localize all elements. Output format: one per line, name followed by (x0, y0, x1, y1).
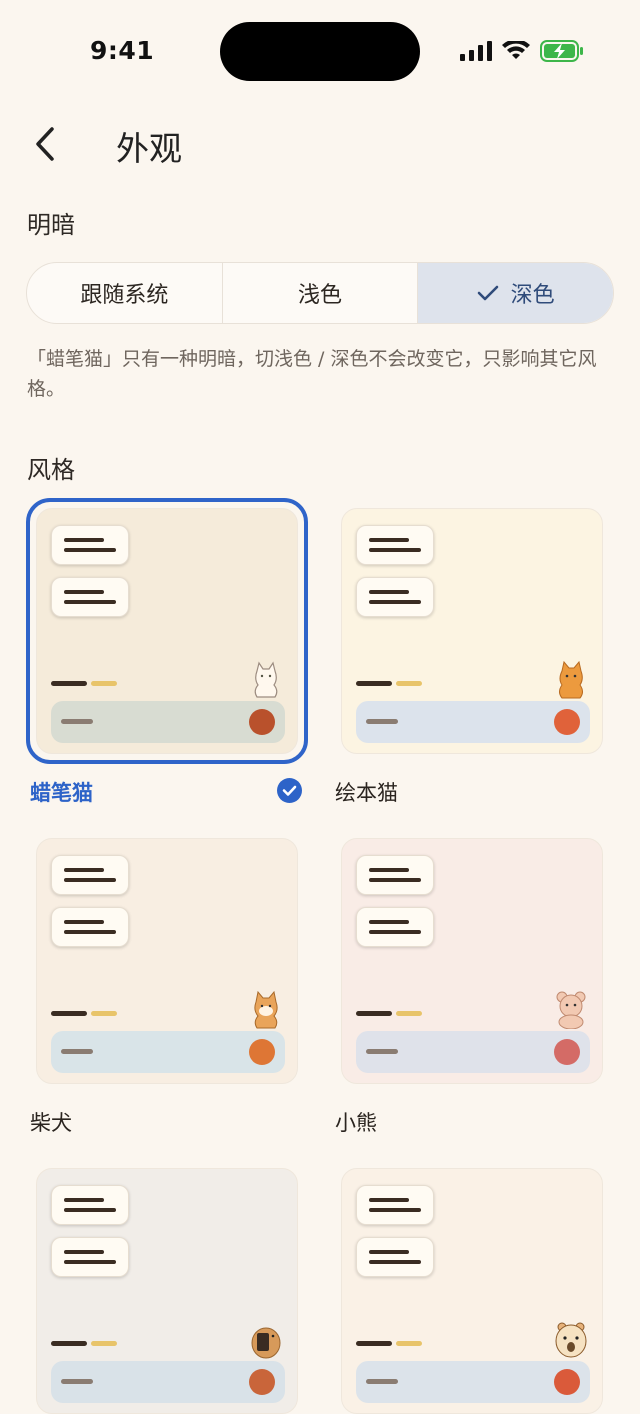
page-title: 外观 (116, 129, 182, 168)
preview-accent-dash (396, 1011, 422, 1016)
theme-option-label: 跟随系统 (80, 283, 169, 308)
shiba-icon (249, 989, 283, 1029)
style-card[interactable] (26, 1158, 298, 1414)
preview-input-bar (356, 701, 590, 743)
preview-accent-dash (91, 1341, 117, 1346)
style-preview (341, 838, 603, 1084)
preview-message-bubble (51, 577, 129, 617)
preview-message-bubble (51, 525, 129, 565)
checkmark-icon (477, 285, 498, 301)
preview-dash (356, 1341, 392, 1346)
cat-sketch-icon (249, 659, 283, 699)
preview-message-bubble (51, 1237, 129, 1277)
theme-mode-label: 明暗 (27, 211, 75, 239)
preview-dash (356, 1011, 392, 1016)
preview-accent-dash (396, 681, 422, 686)
status-time: 9:41 (90, 36, 155, 65)
style-section-label: 风格 (27, 456, 75, 484)
preview-message-bubble (356, 577, 434, 617)
style-card-label: 柴犬 (30, 1111, 72, 1135)
preview-accent-dot (554, 1369, 580, 1395)
signal-icon (460, 41, 492, 61)
theme-option-light[interactable]: 浅色 (223, 263, 419, 323)
orange-cat-icon (554, 659, 588, 699)
style-card[interactable] (331, 1158, 603, 1414)
preview-message-bubble (356, 855, 434, 895)
theme-mode-segmented-control: 跟随系统 浅色 深色 (26, 262, 614, 324)
preview-dash (51, 1341, 87, 1346)
preview-accent-dash (91, 1011, 117, 1016)
preview-accent-dot (249, 1369, 275, 1395)
status-icons (460, 40, 584, 62)
theme-option-system[interactable]: 跟随系统 (27, 263, 223, 323)
preview-accent-dash (396, 1341, 422, 1346)
preview-accent-dot (554, 1039, 580, 1065)
style-card[interactable] (26, 828, 298, 1084)
style-preview (341, 508, 603, 754)
style-preview (36, 1168, 298, 1414)
preview-message-bubble (51, 1185, 129, 1225)
preview-message-bubble (356, 1185, 434, 1225)
preview-dash (356, 681, 392, 686)
style-card-label: 小熊 (335, 1111, 377, 1135)
hamster-face-icon (554, 1319, 588, 1359)
style-preview (36, 508, 298, 754)
theme-option-label: 浅色 (298, 283, 343, 308)
style-preview (36, 838, 298, 1084)
preview-accent-dot (554, 709, 580, 735)
preview-dash (51, 681, 87, 686)
preview-accent-dot (249, 709, 275, 735)
style-card-label: 蜡笔猫 (30, 781, 93, 805)
status-bar: 9:41 (0, 0, 640, 100)
preview-input-bar (51, 1361, 285, 1403)
style-card-label: 绘本猫 (335, 781, 398, 805)
preview-message-bubble (51, 855, 129, 895)
preview-message-bubble (356, 907, 434, 947)
style-card[interactable] (26, 498, 308, 764)
dynamic-island (220, 22, 420, 81)
bear-icon (554, 989, 588, 1030)
preview-input-bar (356, 1361, 590, 1403)
preview-message-bubble (356, 525, 434, 565)
preview-accent-dash (91, 681, 117, 686)
selected-check-icon (277, 778, 302, 803)
preview-input-bar (356, 1031, 590, 1073)
style-card[interactable] (331, 828, 603, 1084)
preview-accent-dot (249, 1039, 275, 1065)
style-card[interactable] (331, 498, 603, 754)
back-chevron-icon[interactable] (30, 124, 60, 164)
hamster-icon (249, 1319, 283, 1359)
theme-option-label: 深色 (510, 283, 555, 308)
theme-option-dark[interactable]: 深色 (418, 263, 613, 323)
preview-input-bar (51, 1031, 285, 1073)
style-preview (341, 1168, 603, 1414)
theme-hint-text: 「蜡笔猫」只有一种明暗，切浅色 / 深色不会改变它，只影响其它风格。 (27, 348, 597, 400)
preview-message-bubble (51, 907, 129, 947)
wifi-icon (502, 41, 530, 59)
preview-input-bar (51, 701, 285, 743)
battery-charging-icon (540, 40, 583, 62)
preview-dash (51, 1011, 87, 1016)
preview-message-bubble (356, 1237, 434, 1277)
